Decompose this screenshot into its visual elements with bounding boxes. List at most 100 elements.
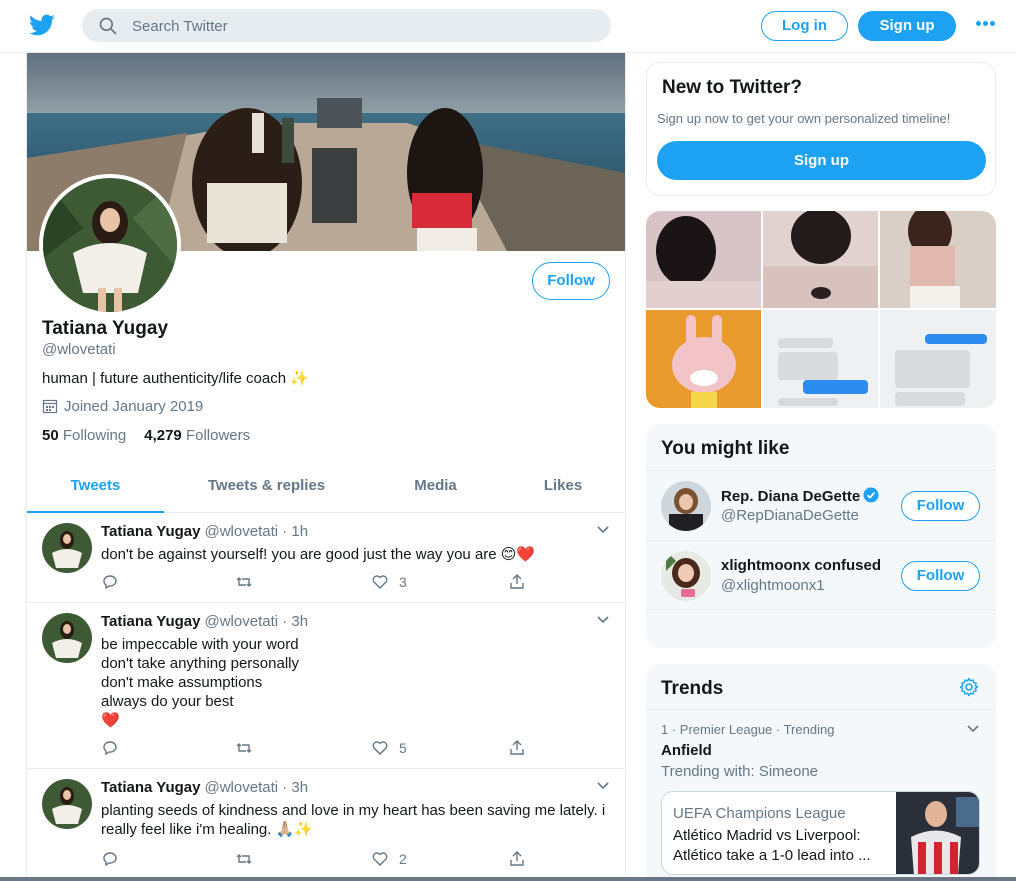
tweet[interactable]: Tatiana Yugay @wlovetati · 3h planting se… <box>27 769 625 881</box>
tweet-text: don't be against yourself! you are good … <box>101 546 536 563</box>
trends-title: Trends <box>661 678 724 699</box>
retweet-icon[interactable] <box>235 573 253 593</box>
share-icon[interactable] <box>508 850 526 870</box>
tweet-text: planting seeds of kindness and love in m… <box>101 802 606 838</box>
suggested-account-avatar[interactable] <box>661 551 711 601</box>
suggested-account[interactable]: xlightmoonx confused @xlightmoonx1 Follo… <box>646 540 996 610</box>
trend-name[interactable]: Anfield <box>661 742 712 759</box>
divider <box>646 709 996 710</box>
trend-card-headline: Atlético Madrid vs Liverpool: Atlético t… <box>673 827 871 864</box>
tweet-avatar[interactable] <box>42 613 92 663</box>
bottom-scroll-edge <box>0 877 1016 881</box>
trend-with: Trending with: Simeone <box>661 763 819 780</box>
chevron-down-icon[interactable] <box>596 779 610 793</box>
calendar-icon <box>42 399 58 414</box>
chevron-down-icon[interactable] <box>596 523 610 537</box>
follow-suggested-button[interactable]: Follow <box>901 491 980 521</box>
reply-icon[interactable] <box>101 573 119 593</box>
tweet-author-name[interactable]: Tatiana Yugay <box>101 613 201 630</box>
profile-name: Tatiana Yugay <box>42 318 169 339</box>
like-count: 2 <box>399 851 407 867</box>
tweet-avatar[interactable] <box>42 779 92 829</box>
follow-suggested-button[interactable]: Follow <box>901 561 980 591</box>
retweet-icon[interactable] <box>235 850 253 870</box>
tweet-header: Tatiana Yugay @wlovetati · 3h <box>101 613 308 630</box>
tweet[interactable]: Tatiana Yugay @wlovetati · 1h don't be ag… <box>27 513 625 603</box>
top-bar: Log in Sign up <box>0 0 1016 53</box>
followers-link[interactable]: 4,279 Followers <box>144 427 250 444</box>
search-box[interactable] <box>82 9 611 42</box>
search-icon <box>99 17 117 35</box>
tweet-actions: 5 <box>101 739 541 759</box>
tweet-time[interactable]: · 1h <box>282 523 308 540</box>
suggested-account-handle[interactable]: @RepDianaDeGette <box>721 507 859 524</box>
profile-stats: 50 Following 4,279 Followers <box>42 427 250 444</box>
tweet-time[interactable]: · 3h <box>282 779 308 796</box>
more-options-icon[interactable] <box>976 21 996 29</box>
chevron-down-icon[interactable] <box>966 722 980 736</box>
you-might-like-card: You might like Rep. Diana DeGette @RepDi… <box>646 424 996 648</box>
trends-card: Trends 1 · Premier League · Trending Anf… <box>646 664 996 881</box>
trend-meta: 1 · Premier League · Trending <box>661 722 835 737</box>
gear-icon[interactable] <box>959 677 979 697</box>
share-icon[interactable] <box>508 739 526 759</box>
tab-tweets[interactable]: Tweets <box>27 465 164 513</box>
following-link[interactable]: 50 Following <box>42 427 126 444</box>
signup-button[interactable]: Sign up <box>858 11 956 41</box>
tweet-header: Tatiana Yugay @wlovetati · 1h <box>101 523 308 540</box>
trend-card-thumbnail <box>896 792 979 874</box>
profile-joined: Joined January 2019 <box>42 398 203 415</box>
like-icon[interactable]: 3 <box>371 573 407 593</box>
verified-badge-icon <box>863 487 879 503</box>
tweet-author-handle[interactable]: @wlovetati <box>205 613 279 630</box>
sidebar-signup-button[interactable]: Sign up <box>657 141 986 180</box>
suggested-account-name[interactable]: Rep. Diana DeGette <box>721 487 879 505</box>
like-count: 3 <box>399 574 407 590</box>
media-thumbnail[interactable] <box>880 310 996 408</box>
tweet-author-handle[interactable]: @wlovetati <box>205 523 279 540</box>
tab-tweets-replies[interactable]: Tweets & replies <box>164 465 369 513</box>
login-button[interactable]: Log in <box>761 11 848 41</box>
trend-news-card[interactable]: UEFA Champions League Atlético Madrid vs… <box>661 791 980 875</box>
media-grid <box>646 211 996 408</box>
tab-likes[interactable]: Likes <box>502 465 624 513</box>
search-input[interactable] <box>132 15 592 37</box>
like-icon[interactable]: 2 <box>371 850 407 870</box>
twitter-bird-icon[interactable] <box>28 12 56 38</box>
tweet-author-handle[interactable]: @wlovetati <box>205 779 279 796</box>
tweet-time[interactable]: · 3h <box>282 613 308 630</box>
media-thumbnail[interactable] <box>646 211 761 308</box>
new-to-twitter-title: New to Twitter? <box>662 77 803 98</box>
tweet-author-name[interactable]: Tatiana Yugay <box>101 523 201 540</box>
like-count: 5 <box>399 740 407 756</box>
follow-button[interactable]: Follow <box>532 262 610 300</box>
trend-card-source: UEFA Champions League <box>673 805 846 822</box>
reply-icon[interactable] <box>101 850 119 870</box>
tweet-author-name[interactable]: Tatiana Yugay <box>101 779 201 796</box>
retweet-icon[interactable] <box>235 739 253 759</box>
suggested-account-avatar[interactable] <box>661 481 711 531</box>
suggested-account-name[interactable]: xlightmoonx confused <box>721 557 881 574</box>
chevron-down-icon[interactable] <box>596 613 610 627</box>
joined-text: Joined January 2019 <box>64 398 204 415</box>
media-thumbnail[interactable] <box>880 211 996 308</box>
profile-handle: @wlovetati <box>42 341 116 358</box>
share-icon[interactable] <box>508 573 526 593</box>
profile-avatar[interactable] <box>39 174 181 316</box>
tweet-avatar[interactable] <box>42 523 92 573</box>
media-thumbnail[interactable] <box>763 211 878 308</box>
tab-media[interactable]: Media <box>369 465 502 513</box>
profile-avatar-photo <box>43 178 177 312</box>
media-thumbnail[interactable] <box>646 310 761 408</box>
tweet-header: Tatiana Yugay @wlovetati · 3h <box>101 779 308 796</box>
you-might-like-title: You might like <box>661 438 790 459</box>
like-icon[interactable]: 5 <box>371 739 407 759</box>
tweet-actions: 3 <box>101 573 541 593</box>
profile-tabs: Tweets Tweets & replies Media Likes <box>27 465 625 513</box>
media-thumbnail[interactable] <box>763 310 878 408</box>
tweet[interactable]: Tatiana Yugay @wlovetati · 3h be impeccab… <box>27 603 625 769</box>
tweet-actions: 2 <box>101 850 541 870</box>
suggested-account[interactable]: Rep. Diana DeGette @RepDianaDeGette Foll… <box>646 470 996 540</box>
suggested-account-handle[interactable]: @xlightmoonx1 <box>721 577 825 594</box>
reply-icon[interactable] <box>101 739 119 759</box>
